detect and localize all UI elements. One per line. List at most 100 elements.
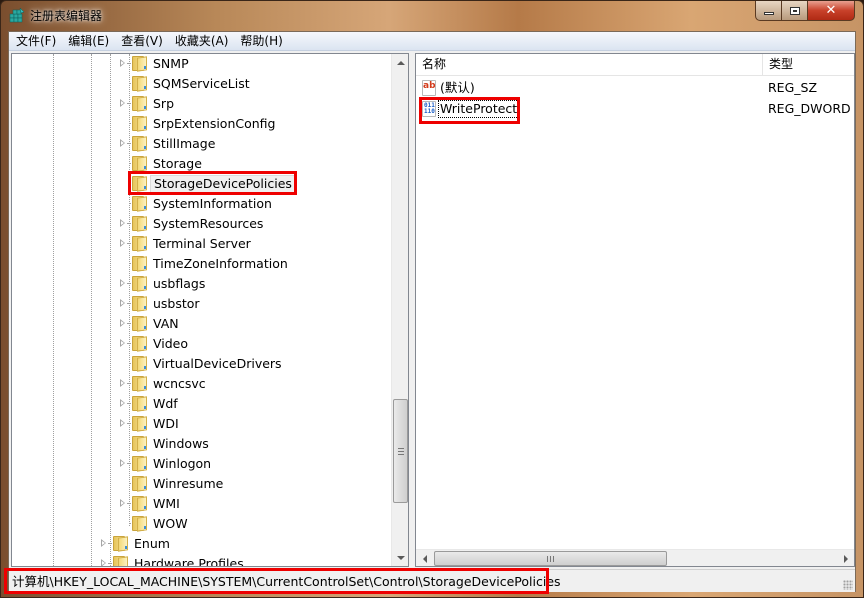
tree-item-label[interactable]: WDI [150, 415, 182, 433]
tree-item-label[interactable]: SystemResources [150, 215, 266, 233]
tree-item[interactable]: StillImage [12, 134, 392, 154]
tree-item-label[interactable]: usbflags [150, 275, 208, 293]
tree-item-label[interactable]: Video [150, 335, 191, 353]
tree-scroll-thumb[interactable] [393, 399, 408, 503]
tree-item-label[interactable]: Storage [150, 155, 205, 173]
folder-icon [113, 556, 129, 566]
list-horizontal-scrollbar[interactable] [416, 549, 854, 566]
tree-item-label[interactable]: VirtualDeviceDrivers [150, 355, 285, 373]
value-row[interactable]: 011 110 WriteProtect REG_DWORD [416, 97, 854, 124]
arrow-down-icon [396, 555, 405, 560]
expand-arrow-icon[interactable] [120, 279, 125, 287]
tree-item-label[interactable]: SystemInformation [150, 195, 275, 213]
tree-item[interactable]: Winlogon [12, 454, 392, 474]
tree-item[interactable]: SrpExtensionConfig [12, 114, 392, 134]
tree-item[interactable]: SystemResources [12, 214, 392, 234]
scroll-down-button[interactable] [392, 549, 408, 566]
tree-item[interactable]: Storage [12, 154, 392, 174]
tree-item[interactable]: WDI [12, 414, 392, 434]
tree-item-label[interactable]: VAN [150, 315, 182, 333]
tree-item-label[interactable]: Srp [150, 95, 177, 113]
maximize-button[interactable] [782, 1, 808, 21]
tree-item[interactable]: Video [12, 334, 392, 354]
tree-vertical-scrollbar[interactable] [391, 54, 408, 566]
value-name[interactable]: WriteProtect [438, 100, 520, 118]
expand-arrow-icon[interactable] [120, 299, 125, 307]
tree-item[interactable]: TimeZoneInformation [12, 254, 392, 274]
expand-arrow-icon[interactable] [120, 239, 125, 247]
tree-item-label[interactable]: wcncsvc [150, 375, 209, 393]
expand-arrow-icon[interactable] [120, 379, 125, 387]
expand-arrow-icon[interactable] [120, 499, 125, 507]
tree-item-label[interactable]: Enum [131, 535, 173, 553]
tree-item-label[interactable]: StorageDevicePolicies [150, 175, 296, 193]
expand-arrow-icon[interactable] [120, 319, 125, 327]
tree-item[interactable]: WMI [12, 494, 392, 514]
tree-item[interactable]: WOW [12, 514, 392, 534]
tree-item[interactable]: SystemInformation [12, 194, 392, 214]
minimize-button[interactable] [755, 1, 782, 21]
regedit-icon [9, 7, 25, 23]
scroll-right-button[interactable] [837, 550, 854, 566]
tree-item[interactable]: Windows [12, 434, 392, 454]
menu-item-4[interactable]: 帮助(H) [234, 32, 288, 50]
tree-item-label[interactable]: Winlogon [150, 455, 214, 473]
scroll-up-button[interactable] [392, 54, 408, 71]
menu-item-1[interactable]: 编辑(E) [62, 32, 115, 50]
tree-item[interactable]: Wdf [12, 394, 392, 414]
tree-item[interactable]: VirtualDeviceDrivers [12, 354, 392, 374]
tree-item-label[interactable]: TimeZoneInformation [150, 255, 291, 273]
tree-item[interactable]: SQMServiceList [12, 74, 392, 94]
expand-arrow-icon[interactable] [120, 99, 125, 107]
tree-item-label[interactable]: SQMServiceList [150, 75, 253, 93]
key-tree-pane[interactable]: SNMP SQMServiceList Srp SrpExtensionConfig S… [11, 53, 409, 567]
tree-item[interactable]: Srp [12, 94, 392, 114]
tree-item-label[interactable]: Winresume [150, 475, 226, 493]
expand-arrow-icon[interactable] [101, 539, 106, 547]
expand-arrow-icon[interactable] [120, 339, 125, 347]
tree-item-label[interactable]: SrpExtensionConfig [150, 115, 278, 133]
pane-splitter[interactable] [410, 53, 414, 567]
tree-item[interactable]: StorageDevicePolicies [12, 171, 392, 195]
tree-item[interactable]: Terminal Server [12, 234, 392, 254]
tree-item[interactable]: Hardware Profiles [12, 554, 392, 566]
expand-arrow-icon[interactable] [120, 459, 125, 467]
list-scroll-thumb[interactable] [434, 551, 667, 566]
expand-arrow-icon[interactable] [120, 139, 125, 147]
menu-item-2[interactable]: 查看(V) [115, 32, 169, 50]
resize-grip-icon[interactable] [843, 580, 853, 590]
tree-item[interactable]: Enum [12, 534, 392, 554]
tree-item-label[interactable]: Hardware Profiles [131, 555, 247, 566]
tree-item[interactable]: usbflags [12, 274, 392, 294]
tree-item[interactable]: Winresume [12, 474, 392, 494]
tree-item[interactable]: usbstor [12, 294, 392, 314]
close-button[interactable]: ✕ [808, 1, 855, 21]
tree-item-label[interactable]: usbstor [150, 295, 203, 313]
tree-item-label[interactable]: Windows [150, 435, 212, 453]
expand-arrow-icon[interactable] [120, 59, 125, 67]
scroll-left-button[interactable] [416, 550, 433, 566]
tree-item-label[interactable]: WOW [150, 515, 191, 533]
column-header-type[interactable]: 类型 [763, 54, 854, 76]
tree-item[interactable]: wcncsvc [12, 374, 392, 394]
title-bar[interactable]: 注册表编辑器 ✕ [1, 1, 863, 31]
menu-item-3[interactable]: 收藏夹(A) [169, 32, 235, 50]
value-row[interactable]: ab (默认) REG_SZ [416, 78, 854, 98]
tree-connector [127, 303, 131, 304]
expand-arrow-icon[interactable] [120, 399, 125, 407]
tree-connector [127, 403, 131, 404]
expand-arrow-icon[interactable] [101, 559, 106, 566]
tree-item-label[interactable]: SNMP [150, 55, 192, 73]
tree-item-label[interactable]: StillImage [150, 135, 218, 153]
value-name[interactable]: (默认) [438, 79, 477, 97]
tree-item[interactable]: SNMP [12, 54, 392, 74]
tree-item[interactable]: VAN [12, 314, 392, 334]
expand-arrow-icon[interactable] [120, 419, 125, 427]
tree-item-label[interactable]: WMI [150, 495, 183, 513]
column-header-name[interactable]: 名称 [416, 54, 762, 76]
tree-item-label[interactable]: Wdf [150, 395, 181, 413]
value-list-pane[interactable]: 名称 类型 ab (默认) REG_SZ 011 110 WriteProtect REG… [415, 53, 855, 567]
expand-arrow-icon[interactable] [120, 219, 125, 227]
menu-item-0[interactable]: 文件(F) [9, 32, 62, 50]
tree-item-label[interactable]: Terminal Server [150, 235, 254, 253]
